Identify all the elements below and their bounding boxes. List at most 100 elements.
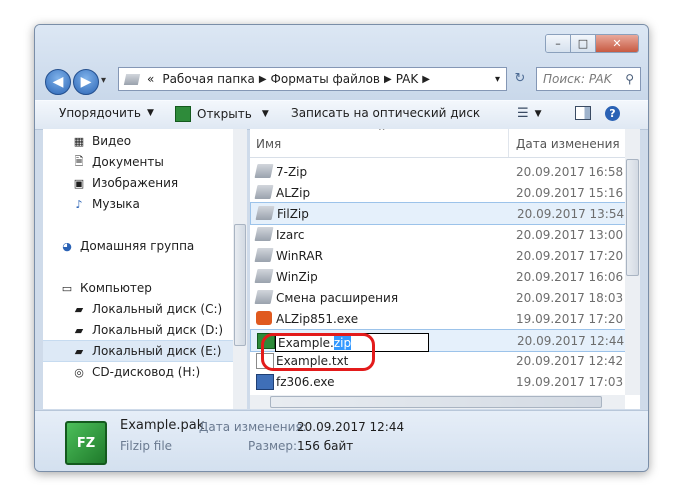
highlight-annotation xyxy=(261,333,375,371)
folder-icon xyxy=(254,248,274,262)
chevron-right-icon[interactable]: ▶ xyxy=(384,74,392,85)
folder-icon xyxy=(255,206,275,220)
column-headers: Имя ^ Дата изменения xyxy=(250,129,640,158)
details-size-label: Размер: xyxy=(248,439,298,453)
search-icon[interactable]: ⚲ xyxy=(619,72,640,86)
sidebar-item-images[interactable]: ▣ Изображения xyxy=(43,173,233,193)
sidebar-item-documents[interactable]: 🗎 Документы xyxy=(43,152,233,172)
sidebar-item-label: Компьютер xyxy=(80,281,152,295)
file-row-winzip[interactable]: WinZip 20.09.2017 16:06 xyxy=(250,266,626,287)
sidebar-item-label: Домашняя группа xyxy=(80,239,195,253)
sidebar-item-homegroup[interactable]: ◕ Домашняя группа xyxy=(43,236,233,256)
open-button[interactable]: Открыть ▼ xyxy=(175,106,269,122)
history-dropdown-icon[interactable]: ▾ xyxy=(101,75,106,86)
sidebar-item-label: Изображения xyxy=(92,176,179,190)
file-list-vscroll-thumb[interactable] xyxy=(626,159,639,276)
file-row-alzip-exe[interactable]: ALZip851.exe 19.09.2017 17:20 xyxy=(250,308,626,329)
file-date: 20.09.2017 16:58 xyxy=(516,164,624,179)
address-overflow[interactable]: « xyxy=(147,72,154,86)
folder-icon xyxy=(254,290,274,304)
file-row-7zip[interactable]: 7-Zip 20.09.2017 16:58 xyxy=(250,161,626,182)
file-list: Имя ^ Дата изменения 7-Zip 20.09.2017 16… xyxy=(250,129,640,409)
organize-button[interactable]: Упорядочить ▼ xyxy=(59,106,154,120)
chevron-right-icon[interactable]: ▶ xyxy=(259,74,267,85)
installer-icon xyxy=(256,374,274,390)
search-placeholder: Поиск: PAK xyxy=(543,72,612,86)
sidebar-item-label: Локальный диск (D:) xyxy=(92,323,224,337)
file-name: FilZip xyxy=(277,206,309,221)
preview-pane-icon xyxy=(575,106,591,120)
sidebar-item-drive-d[interactable]: ▰ Локальный диск (D:) xyxy=(43,320,233,340)
chevron-right-icon[interactable]: ▶ xyxy=(422,74,430,85)
address-dropdown-icon[interactable]: ▾ xyxy=(495,74,500,85)
nav-scrollbar-thumb[interactable] xyxy=(234,224,246,346)
breadcrumb-1[interactable]: Форматы файлов xyxy=(271,72,380,86)
forward-button[interactable]: ▶ xyxy=(73,69,99,95)
file-row-extension-change[interactable]: Смена расширения 20.09.2017 18:03 xyxy=(250,287,626,308)
file-row-fz306[interactable]: fz306.exe 19.09.2017 17:03 xyxy=(250,371,626,392)
file-name: WinZip xyxy=(276,269,318,284)
file-name: ALZip xyxy=(276,185,311,200)
details-filename: Example.pak xyxy=(120,418,205,433)
file-row-winrar[interactable]: WinRAR 20.09.2017 17:20 xyxy=(250,245,626,266)
file-date: 19.09.2017 17:03 xyxy=(516,374,624,389)
breadcrumb-0[interactable]: Рабочая папка xyxy=(162,72,254,86)
file-date: 20.09.2017 17:20 xyxy=(516,248,624,263)
file-list-vscroll[interactable] xyxy=(625,129,640,395)
explorer-window: – □ ✕ ◀ ▶ ▾ « Рабочая папка ▶ Форматы фа… xyxy=(34,24,649,472)
file-row-izarc[interactable]: Izarc 20.09.2017 13:00 xyxy=(250,224,626,245)
help-button[interactable]: ? xyxy=(605,106,620,121)
breadcrumb-2[interactable]: PAK xyxy=(396,72,419,86)
file-name: Izarc xyxy=(276,227,305,242)
refresh-icon[interactable]: ↻ xyxy=(509,67,531,89)
video-icon: ▦ xyxy=(73,134,85,148)
cd-drive-icon: ◎ xyxy=(74,365,84,379)
column-divider[interactable] xyxy=(508,129,509,157)
maximize-button[interactable]: □ xyxy=(571,35,596,52)
filzip-file-icon: FZ xyxy=(65,421,107,465)
search-input[interactable]: Поиск: PAK ⚲ xyxy=(536,67,641,91)
help-icon: ? xyxy=(605,106,620,121)
sidebar-item-computer[interactable]: ▭ Компьютер xyxy=(43,278,233,298)
file-row-alzip[interactable]: ALZip 20.09.2017 15:16 xyxy=(250,182,626,203)
file-name: Смена расширения xyxy=(276,290,399,305)
navigation-pane: ▦ Видео 🗎 Документы ▣ Изображения ♪ Музы… xyxy=(43,129,233,409)
filzip-icon xyxy=(175,106,191,122)
column-header-date[interactable]: Дата изменения xyxy=(516,137,620,151)
view-options-button[interactable]: ☰ ▼ xyxy=(517,106,542,121)
installer-icon xyxy=(256,311,272,325)
details-modified-value: 20.09.2017 12:44 xyxy=(297,420,405,434)
burn-button[interactable]: Записать на оптический диск xyxy=(291,106,480,120)
file-date: 20.09.2017 13:00 xyxy=(516,227,624,242)
file-date: 20.09.2017 12:42 xyxy=(516,353,624,368)
address-bar[interactable]: « Рабочая папка ▶ Форматы файлов ▶ PAK ▶… xyxy=(118,67,507,91)
sidebar-item-label: Локальный диск (E:) xyxy=(92,344,222,358)
file-date: 20.09.2017 16:06 xyxy=(516,269,624,284)
file-date: 20.09.2017 13:54 xyxy=(517,206,625,221)
details-filetype: Filzip file xyxy=(120,439,173,453)
file-list-hscroll[interactable] xyxy=(250,395,625,409)
close-button[interactable]: ✕ xyxy=(596,35,638,52)
sidebar-item-video[interactable]: ▦ Видео xyxy=(43,131,233,151)
sidebar-item-drive-e[interactable]: ▰ Локальный диск (E:) xyxy=(43,340,233,362)
file-date: 20.09.2017 15:16 xyxy=(516,185,624,200)
file-name: ALZip851.exe xyxy=(276,311,359,326)
minimize-button[interactable]: – xyxy=(546,35,571,52)
sidebar-item-drive-c[interactable]: ▰ Локальный диск (C:) xyxy=(43,299,233,319)
nav-scrollbar[interactable] xyxy=(233,129,247,409)
file-date: 20.09.2017 18:03 xyxy=(516,290,624,305)
file-name: 7-Zip xyxy=(276,164,308,179)
back-button[interactable]: ◀ xyxy=(45,69,71,95)
folder-icon xyxy=(254,227,274,241)
sidebar-item-music[interactable]: ♪ Музыка xyxy=(43,194,233,214)
computer-icon: ▭ xyxy=(61,281,73,295)
column-header-name[interactable]: Имя xyxy=(256,137,281,151)
chevron-down-icon: ▼ xyxy=(146,108,154,118)
sidebar-item-label: Видео xyxy=(92,134,132,148)
sidebar-item-cd-drive[interactable]: ◎ CD-дисковод (H:) xyxy=(43,362,233,382)
file-list-hscroll-thumb[interactable] xyxy=(270,396,602,408)
file-row-filzip[interactable]: FilZip 20.09.2017 13:54 xyxy=(250,202,628,225)
sidebar-item-label: Локальный диск (C:) xyxy=(92,302,223,316)
preview-pane-button[interactable] xyxy=(575,106,591,120)
drive-icon: ▰ xyxy=(74,344,84,358)
